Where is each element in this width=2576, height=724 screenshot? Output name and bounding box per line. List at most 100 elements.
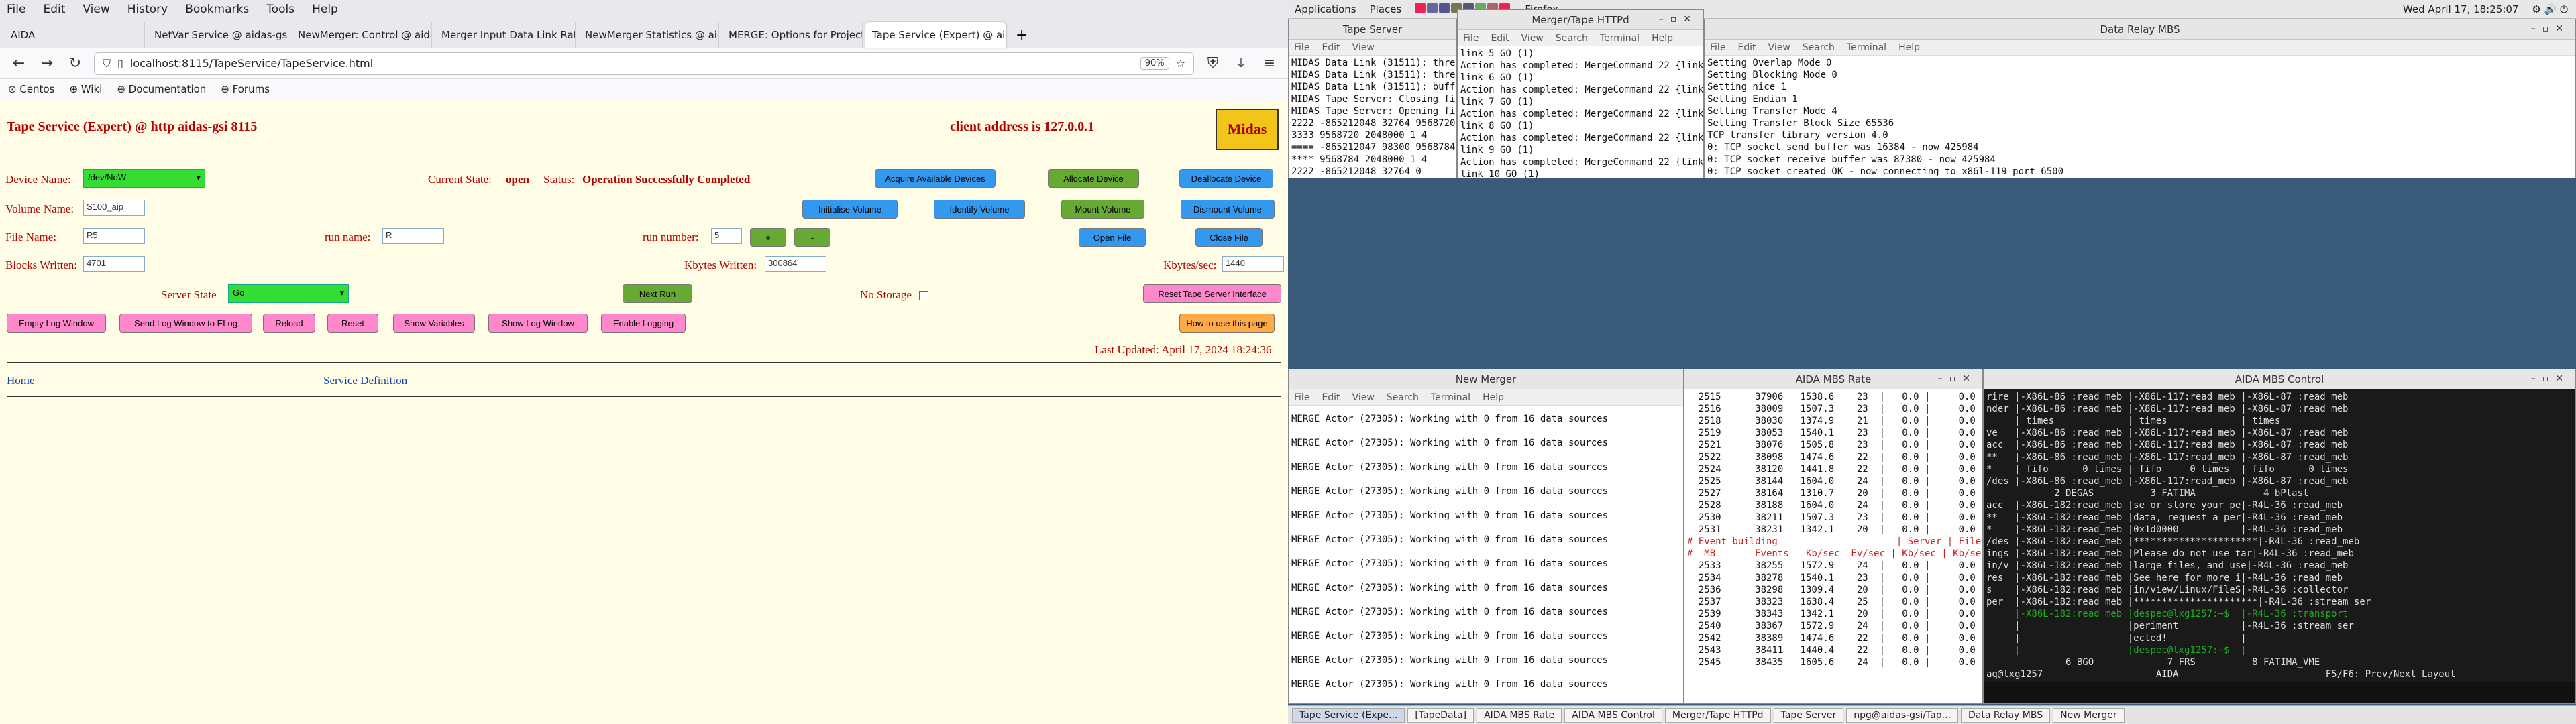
service-definition-link[interactable]: Service Definition [323,374,407,387]
run-number-plus-button[interactable]: + [750,228,786,247]
window-controls[interactable]: –▫✕ [1659,14,1698,25]
bookmark-forums[interactable]: ⊕ Forums [221,83,270,95]
download-icon[interactable]: ⤓ [1232,55,1250,72]
menu-icon[interactable]: ≡ [1260,55,1279,72]
acquire-devices-button[interactable]: Acquire Available Devices [875,169,996,188]
tape-server-output[interactable]: MIDAS Data Link (31511): thread 0 listen… [1289,56,1456,178]
menu-edit[interactable]: Edit [1322,392,1340,403]
menu-file[interactable]: File [7,3,25,16]
menu-edit[interactable]: Edit [1491,33,1509,44]
menu-terminal[interactable]: Terminal [1431,392,1470,403]
files-launcher-icon[interactable] [1427,2,1438,13]
data-relay-output[interactable]: Setting Overlap Mode 0 Setting Blocking M… [1705,56,2575,178]
window-controls[interactable]: –▫✕ [2531,23,2570,34]
taskbar-item[interactable]: Tape Server [1773,707,1844,723]
window-controls[interactable]: –▫✕ [1938,373,1977,384]
back-icon[interactable]: ← [9,55,28,72]
menu-edit[interactable]: Edit [1322,42,1340,53]
menu-search[interactable]: Search [1387,392,1419,403]
reload-button[interactable]: Reload [263,314,315,333]
initialise-volume-button[interactable]: Initialise Volume [802,200,898,219]
menu-terminal[interactable]: Terminal [1600,33,1640,44]
new-merger-output[interactable]: MERGE Actor (27305): Working with 0 from… [1289,406,1683,698]
tab-newmerger-control[interactable]: NewMerger: Control @ aida✕ [291,22,432,48]
taskbar-item[interactable]: AIDA MBS Rate [1477,707,1562,723]
menu-edit[interactable]: Edit [1737,42,1756,53]
menu-view[interactable]: View [1768,42,1790,53]
mbs-rate-output[interactable]: 2515 37906 1538.6 23 | 0.0 | 0.0 0001 cl… [1684,389,1982,670]
menu-file[interactable]: File [1294,392,1309,403]
menu-help[interactable]: Help [312,3,338,16]
no-storage-checkbox[interactable] [919,291,928,300]
applications-menu[interactable]: Applications [1295,3,1356,15]
home-link[interactable]: Home [7,374,35,387]
dismount-volume-button[interactable]: Dismount Volume [1181,200,1275,219]
new-tab-button[interactable]: + [1009,27,1034,48]
taskbar-item[interactable]: Tape Service (Expe... [1292,707,1405,723]
reload-icon[interactable]: ↻ [66,55,85,72]
taskbar-item[interactable]: npg@aidas-gsi/Tap... [1846,707,1958,723]
how-to-use-button[interactable]: How to use this page [1179,314,1275,333]
allocate-device-button[interactable]: Allocate Device [1048,169,1139,188]
terminal-launcher-icon[interactable] [1439,2,1450,13]
bookmark-documentation[interactable]: ⊕ Documentation [117,83,206,95]
next-run-button[interactable]: Next Run [623,284,692,303]
menu-terminal[interactable]: Terminal [1847,42,1886,53]
pocket-icon[interactable]: ⛨ [1203,55,1222,72]
menu-view[interactable]: View [1352,392,1375,403]
device-name-select[interactable]: /dev/NoW ▾ [83,169,205,188]
tab-newmerger-stats[interactable]: NewMerger Statistics @ aid✕ [578,22,719,48]
menu-edit[interactable]: Edit [43,3,65,16]
window-controls[interactable]: –▫✕ [2531,373,2570,384]
tab-aida[interactable]: AIDA [4,22,145,48]
url-bar[interactable]: ⛉ ▯ localhost:8115/TapeService/TapeServi… [94,52,1194,75]
menu-help[interactable]: Help [1898,42,1920,53]
zoom-indicator[interactable]: 90% [1140,57,1169,70]
close-file-button[interactable]: Close File [1195,228,1263,247]
run-number-minus-button[interactable]: - [794,228,830,247]
mount-volume-button[interactable]: Mount Volume [1061,200,1144,219]
bookmark-centos[interactable]: ⊙ Centos [8,83,54,95]
taskbar-item[interactable]: [TapeData] [1407,707,1474,723]
menu-view[interactable]: View [1521,33,1544,44]
server-state-select[interactable]: Go ▾ [228,284,349,303]
merger-httpd-output[interactable]: link 5 GO (1) Action has completed: Merge… [1458,46,1703,178]
tab-merger-input[interactable]: Merger Input Data Link Rate✕ [435,22,576,48]
menu-file[interactable]: File [1294,42,1309,53]
taskbar-item[interactable]: Merger/Tape HTTPd [1664,707,1771,723]
menu-view[interactable]: View [1352,42,1375,53]
open-file-button[interactable]: Open File [1079,228,1146,247]
taskbar-item[interactable]: AIDA MBS Control [1564,707,1662,723]
forward-icon[interactable]: → [38,55,56,72]
reset-interface-button[interactable]: Reset Tape Server Interface [1143,284,1281,303]
volume-name-input[interactable]: S100_aip [83,200,145,216]
taskbar-item[interactable]: Data Relay MBS [1961,707,2051,723]
menu-history[interactable]: History [127,3,168,16]
menu-tools[interactable]: Tools [266,3,294,16]
system-tray-icons[interactable]: ⚙ 🔊 ⏻ [2532,3,2576,15]
firefox-launcher-icon[interactable] [1415,2,1426,13]
run-number-input[interactable]: 5 [711,228,742,244]
run-name-input[interactable]: R [382,228,444,244]
menu-help[interactable]: Help [1483,392,1504,403]
send-log-elog-button[interactable]: Send Log Window to ELog [119,314,252,333]
menu-search[interactable]: Search [1803,42,1835,53]
reset-button[interactable]: Reset [327,314,378,333]
menu-file[interactable]: File [1463,33,1479,44]
show-log-window-button[interactable]: Show Log Window [488,314,588,333]
places-menu[interactable]: Places [1370,3,1402,15]
star-icon[interactable]: ☆ [1176,57,1185,70]
show-variables-button[interactable]: Show Variables [393,314,475,333]
bookmark-wiki[interactable]: ⊕ Wiki [69,83,102,95]
clock[interactable]: Wed April 17, 18:25:07 [2403,3,2519,15]
menu-search[interactable]: Search [1556,33,1588,44]
menu-view[interactable]: View [83,3,109,16]
menu-file[interactable]: File [1710,42,1725,53]
menu-bookmarks[interactable]: Bookmarks [185,3,249,16]
enable-logging-button[interactable]: Enable Logging [601,314,686,333]
identify-volume-button[interactable]: Identify Volume [934,200,1025,219]
taskbar-item[interactable]: New Merger [2053,707,2125,723]
empty-log-button[interactable]: Empty Log Window [7,314,106,333]
tab-merge-options[interactable]: MERGE: Options for Project✕ [722,22,863,48]
tab-tape-service[interactable]: Tape Service (Expert) @ aida✕ [865,22,1006,48]
